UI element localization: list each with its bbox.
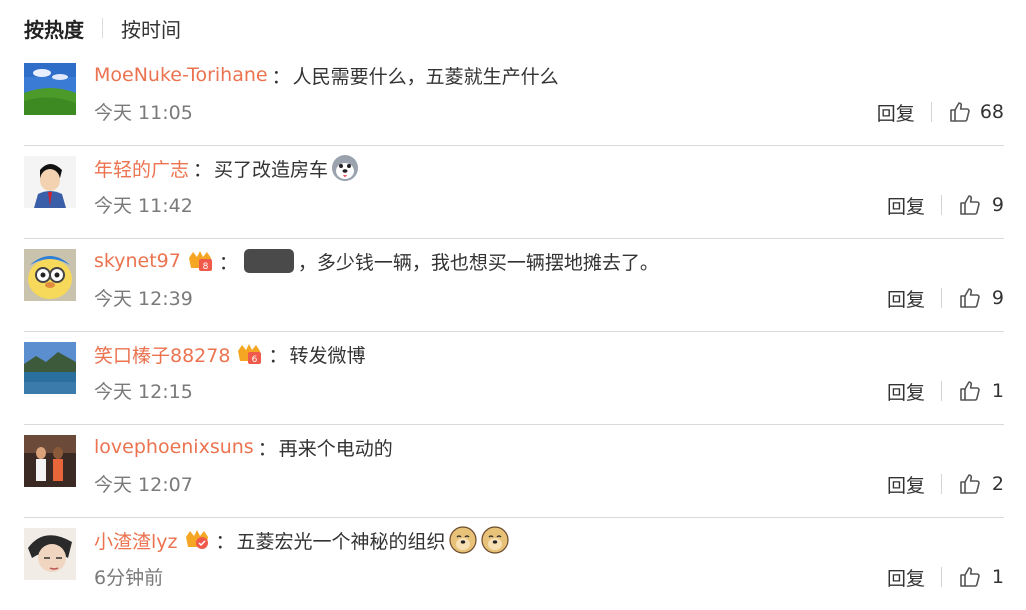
comment-item: 笑口榛子88278 6 ： 转发微博 今天 12:15 回复 1	[24, 332, 1004, 425]
husky-emoji-icon	[330, 153, 360, 183]
actions-divider	[941, 381, 942, 401]
reply-button[interactable]: 回复	[887, 192, 925, 219]
like-count: 68	[979, 101, 1004, 123]
comment-time: 今天 11:42	[94, 195, 193, 217]
username[interactable]: skynet97	[94, 250, 181, 272]
comment-actions: 回复 9	[887, 284, 1004, 312]
avatar[interactable]	[24, 63, 76, 115]
thumbs-up-icon[interactable]	[958, 379, 982, 403]
doge-emoji-icon	[480, 525, 510, 555]
sort-bar: 按热度 按时间	[24, 12, 181, 44]
svg-text:6: 6	[252, 355, 258, 365]
comment-line: skynet97 8 ： ，多少钱一辆，我也想买一辆摆地摊去了。	[94, 245, 659, 277]
sort-by-time[interactable]: 按时间	[121, 14, 181, 43]
comment-time: 今天 12:07	[94, 474, 193, 496]
username[interactable]: 笑口榛子88278	[94, 341, 230, 368]
like-count: 9	[991, 287, 1004, 309]
reply-button[interactable]: 回复	[887, 285, 925, 312]
colon: ：	[218, 251, 238, 274]
comment-time: 今天 12:39	[94, 288, 193, 310]
reply-button[interactable]: 回复	[877, 99, 915, 126]
avatar[interactable]	[24, 528, 76, 580]
comment-line: 小渣渣lyz ： 五菱宏光一个神秘的组织	[94, 524, 510, 556]
vip-crown-badge-icon: 8	[185, 248, 215, 274]
thumbs-up-icon[interactable]	[958, 565, 982, 589]
reply-button[interactable]: 回复	[887, 378, 925, 405]
comment-actions: 回复 68	[877, 98, 1004, 126]
avatar[interactable]	[24, 435, 76, 487]
avatar[interactable]	[24, 249, 76, 301]
comment-item: 年轻的广志 ： 买了改造房车 今天 11:42 回复 9	[24, 146, 1004, 239]
comment-item: lovephoenixsuns ： 再来个电动的 今天 12:07 回复 2	[24, 425, 1004, 518]
avatar[interactable]	[24, 156, 76, 208]
thumbs-up-icon[interactable]	[958, 472, 982, 496]
comment-list: MoeNuke-Torihane ： 人民需要什么，五菱就生产什么 今天 11:…	[24, 53, 1004, 610]
username[interactable]: MoeNuke-Torihane	[94, 64, 268, 86]
comment-actions: 回复 9	[887, 191, 1004, 219]
colon: ：	[215, 530, 235, 553]
like-count: 9	[991, 194, 1004, 216]
comment-time: 今天 12:15	[94, 381, 193, 403]
colon: ：	[271, 65, 291, 88]
like-count: 1	[991, 380, 1004, 402]
thumbs-up-icon[interactable]	[958, 193, 982, 217]
thumbs-up-icon[interactable]	[958, 286, 982, 310]
colon: ：	[193, 158, 213, 181]
sort-divider	[102, 18, 103, 38]
username[interactable]: 小渣渣lyz	[94, 527, 178, 554]
comment-actions: 回复 1	[887, 377, 1004, 405]
comment-line: 笑口榛子88278 6 ： 转发微博	[94, 338, 365, 370]
like-count: 2	[991, 473, 1004, 495]
comment-actions: 回复 1	[887, 563, 1004, 591]
colon: ：	[268, 344, 288, 367]
comment-text: 转发微博	[289, 344, 366, 367]
comment-text: ，多少钱一辆，我也想买一辆摆地摊去了。	[297, 251, 659, 274]
vip-crown-badge-icon	[182, 527, 212, 553]
comment-line: lovephoenixsuns ： 再来个电动的	[94, 431, 393, 463]
colon: ：	[257, 437, 277, 460]
comment-text: 买了改造房车	[214, 158, 329, 181]
like-count: 1	[991, 566, 1004, 588]
actions-divider	[941, 195, 942, 215]
avatar[interactable]	[24, 342, 76, 394]
reply-button[interactable]: 回复	[887, 564, 925, 591]
comment-text: 人民需要什么，五菱就生产什么	[292, 65, 559, 88]
svg-text:8: 8	[202, 262, 208, 272]
doge-emoji-icon	[448, 525, 478, 555]
sort-by-hot[interactable]: 按热度	[24, 14, 84, 43]
comment-item: 小渣渣lyz ： 五菱宏光一个神秘的组织 6分钟前 回复 1	[24, 518, 1004, 610]
comment-time: 今天 11:05	[94, 102, 193, 124]
comment-item: skynet97 8 ： ，多少钱一辆，我也想买一辆摆地摊去了。 今天 12:3…	[24, 239, 1004, 332]
comment-text: 五菱宏光一个神秘的组织	[236, 530, 446, 553]
actions-divider	[930, 102, 932, 122]
username[interactable]: lovephoenixsuns	[94, 436, 254, 458]
comment-time: 6分钟前	[94, 567, 164, 589]
vip-crown-badge-icon: 6	[234, 341, 264, 367]
comment-line: MoeNuke-Torihane ： 人民需要什么，五菱就生产什么	[94, 59, 559, 91]
comment-actions: 回复 2	[887, 470, 1004, 498]
comment-item: MoeNuke-Torihane ： 人民需要什么，五菱就生产什么 今天 11:…	[24, 53, 1004, 146]
reply-button[interactable]: 回复	[887, 471, 925, 498]
actions-divider	[941, 567, 942, 587]
actions-divider	[941, 288, 942, 308]
actions-divider	[941, 474, 942, 494]
censored-mosaic	[243, 249, 294, 273]
comment-line: 年轻的广志 ： 买了改造房车	[94, 152, 360, 184]
username[interactable]: 年轻的广志	[94, 155, 189, 182]
comment-text: 再来个电动的	[278, 437, 393, 460]
thumbs-up-icon[interactable]	[948, 100, 972, 124]
